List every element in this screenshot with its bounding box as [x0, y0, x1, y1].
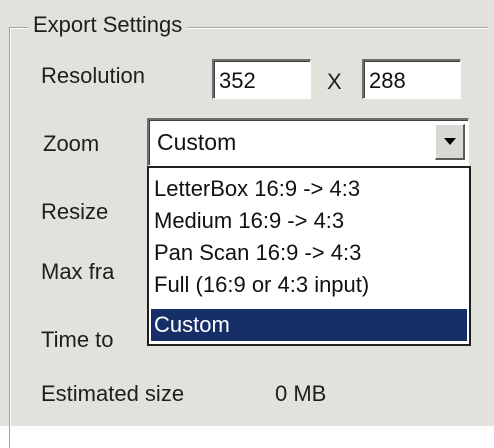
resolution-height-input[interactable]: 288: [362, 59, 461, 99]
zoom-option-pan-scan[interactable]: Pan Scan 16:9 -> 4:3: [151, 237, 467, 269]
estimated-size-label: Estimated size: [41, 381, 185, 406]
zoom-dropdown-list: LetterBox 16:9 -> 4:3 Medium 16:9 -> 4:3…: [147, 166, 471, 346]
zoom-option-full[interactable]: Full (16:9 or 4:3 input): [151, 269, 467, 301]
resolution-separator-label: X: [327, 69, 342, 94]
zoom-option-letterbox[interactable]: LetterBox 16:9 -> 4:3: [151, 173, 467, 205]
time-label: Time to: [41, 327, 114, 352]
zoom-select[interactable]: Custom: [147, 118, 469, 166]
estimated-size-value: 0 MB: [275, 381, 327, 406]
max-frames-label: Max fra: [41, 259, 115, 284]
resize-label: Resize: [41, 199, 109, 224]
resolution-width-input[interactable]: 352: [212, 59, 311, 99]
export-settings-panel: Export Settings Resolution 352 X 288 Zoo…: [0, 0, 494, 448]
group-title: Export Settings: [28, 11, 188, 39]
zoom-dropdown-button[interactable]: [435, 124, 465, 160]
resolution-label: Resolution: [41, 63, 145, 88]
zoom-selected-value: Custom: [157, 129, 237, 155]
zoom-option-custom[interactable]: Custom: [151, 309, 467, 341]
chevron-down-icon: [444, 138, 456, 145]
zoom-label: Zoom: [43, 131, 100, 156]
zoom-option-medium[interactable]: Medium 16:9 -> 4:3: [151, 205, 467, 237]
